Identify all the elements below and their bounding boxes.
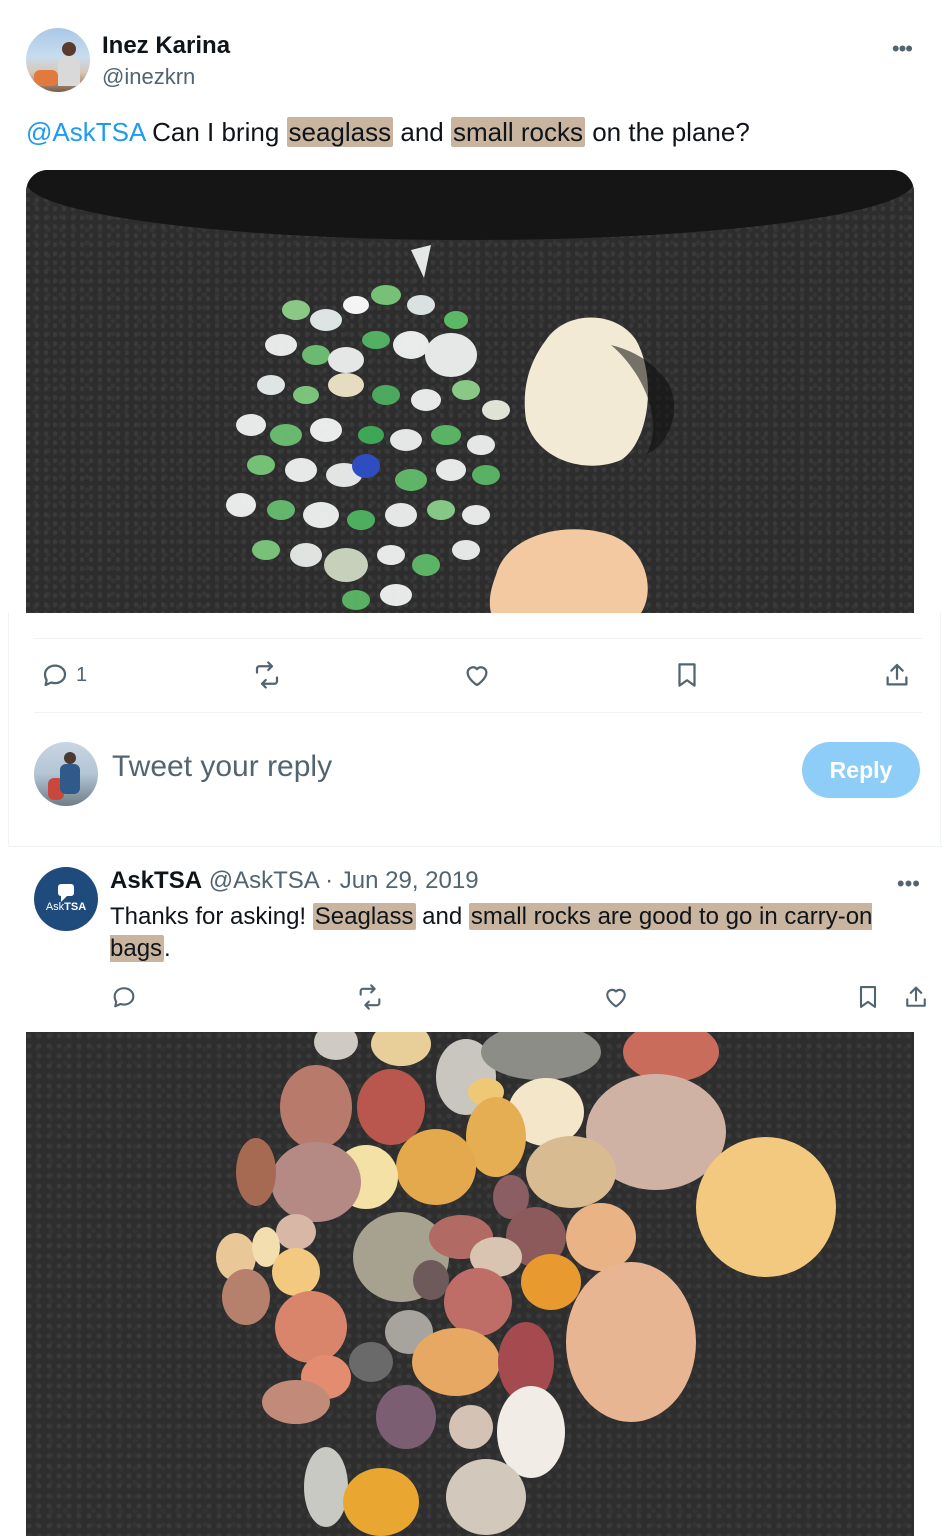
like-action[interactable] (462, 660, 492, 690)
highlighted-term: Seaglass (312, 903, 416, 930)
reply-action-bar (110, 983, 930, 1019)
tweet-text-segment: Can I bring (144, 117, 287, 147)
reply-text: Thanks for asking! Seaglass and small ro… (110, 901, 910, 965)
tweet-header: Inez Karina @inezkrn ••• (26, 28, 916, 92)
frame-border (940, 613, 941, 845)
reply-input[interactable] (112, 750, 752, 784)
reply-compose: Reply (34, 742, 920, 806)
reply-count: 1 (76, 663, 88, 686)
share-action[interactable] (902, 983, 930, 1016)
avatar-text: Ask (45, 901, 65, 913)
like-icon (606, 988, 626, 1008)
tweet-text-segment: on the plane? (584, 117, 750, 147)
retweet-action[interactable] (252, 660, 282, 690)
reply-action[interactable] (110, 983, 138, 1016)
mention-link[interactable]: @AskTSA (26, 117, 145, 147)
avatar[interactable]: AskTSA (34, 867, 98, 931)
retweet-action[interactable] (356, 983, 384, 1016)
author-name[interactable]: AskTSA (110, 867, 202, 894)
more-horizontal-icon[interactable]: ••• (897, 871, 920, 897)
bookmark-icon (678, 663, 696, 687)
tweet-text-segment: and (393, 117, 451, 147)
divider (34, 638, 922, 639)
reply-text-segment: and (415, 903, 469, 930)
reply-photo-rocks[interactable] (26, 1032, 914, 1536)
meta-separator: · (318, 867, 340, 894)
divider (34, 712, 922, 713)
author-handle[interactable]: @AskTSA (209, 867, 319, 894)
frame-border (8, 613, 9, 845)
author-name[interactable]: Inez Karina (102, 32, 230, 60)
avatar-text: TSA (64, 901, 87, 913)
like-action[interactable] (602, 983, 630, 1016)
reply-text-segment: . (164, 935, 171, 962)
bookmark-icon (859, 986, 877, 1008)
tweet-text: @AskTSA Can I bring seaglass and small r… (26, 114, 916, 150)
reply-tweet[interactable]: AskTSA AskTSA @AskTSA · Jun 29, 2019 •••… (8, 846, 942, 1032)
more-horizontal-icon[interactable]: ••• (892, 36, 913, 62)
highlighted-term: seaglass (286, 117, 394, 147)
bookmark-action[interactable] (854, 983, 882, 1016)
reply-action[interactable]: 1 (40, 660, 87, 690)
author-handle[interactable]: @inezkrn (102, 64, 195, 90)
reply-icon (113, 987, 135, 1008)
tweet-photo-seaglass[interactable] (26, 170, 914, 613)
timestamp[interactable]: Jun 29, 2019 (340, 867, 479, 894)
reply-button[interactable]: Reply (802, 742, 920, 798)
like-icon (466, 666, 488, 687)
seaglass-photo-illustration (226, 245, 675, 613)
bookmark-action[interactable] (672, 660, 702, 690)
share-icon (886, 663, 908, 686)
tweet-action-bar: 1 (34, 652, 914, 702)
reply-text-segment: Thanks for asking! (110, 903, 313, 930)
rocks-photo-illustration (216, 1032, 836, 1536)
share-icon (906, 986, 926, 1007)
reply-meta: AskTSA @AskTSA · Jun 29, 2019 (110, 867, 479, 895)
highlighted-term: small rocks (450, 117, 585, 147)
retweet-icon (359, 984, 381, 1010)
share-action[interactable] (882, 660, 912, 690)
avatar[interactable] (26, 28, 90, 92)
reply-icon (43, 664, 67, 687)
avatar[interactable] (34, 742, 98, 806)
retweet-icon (255, 661, 279, 689)
